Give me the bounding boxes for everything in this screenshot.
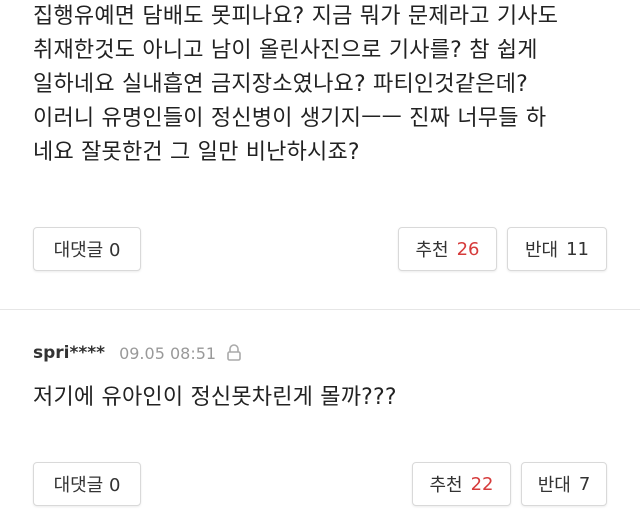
comment-2-timestamp: 09.05 08:51 (119, 343, 217, 363)
comment-2-text: 저기에 유아인이 정신못차린게 몰까??? (33, 385, 397, 410)
comment-2-downvote-button[interactable]: 반대 7 (521, 462, 607, 506)
comment-1-downvote-count: 11 (566, 238, 590, 260)
comment-2-downvote-label: 반대 (537, 475, 571, 496)
comment-1-downvote-button[interactable]: 반대 11 (507, 227, 607, 271)
comment-2-reply-label: 대댓글 0 (53, 475, 121, 496)
comment-2-upvote-button[interactable]: 추천 22 (412, 462, 511, 506)
comment-1-upvote-button[interactable]: 추천 26 (398, 227, 497, 271)
comment-2-downvote-count: 7 (578, 473, 591, 495)
comment-1-reply-label: 대댓글 0 (53, 240, 121, 261)
comment-1-upvote-label: 추천 (415, 240, 449, 261)
comment-divider (0, 309, 640, 310)
comment-1-text: 집행유예면 담배도 못피나요? 지금 뭐가 문제라고 기사도 취재한것도 아니고… (33, 4, 559, 165)
comment-1-downvote-label: 반대 (524, 240, 559, 261)
comment-2-upvote-label: 추천 (429, 475, 463, 496)
lock-icon (226, 344, 242, 362)
comment-2-username: spri**** (33, 343, 106, 363)
comment-1-upvote-count: 26 (456, 238, 480, 260)
comment-1-reply-button[interactable]: 대댓글 0 (33, 227, 141, 271)
comment-2-meta: spri**** 09.05 08:51 (33, 338, 242, 368)
comment-2-upvote-count: 22 (470, 473, 494, 495)
comment-2-reply-button[interactable]: 대댓글 0 (33, 462, 141, 506)
